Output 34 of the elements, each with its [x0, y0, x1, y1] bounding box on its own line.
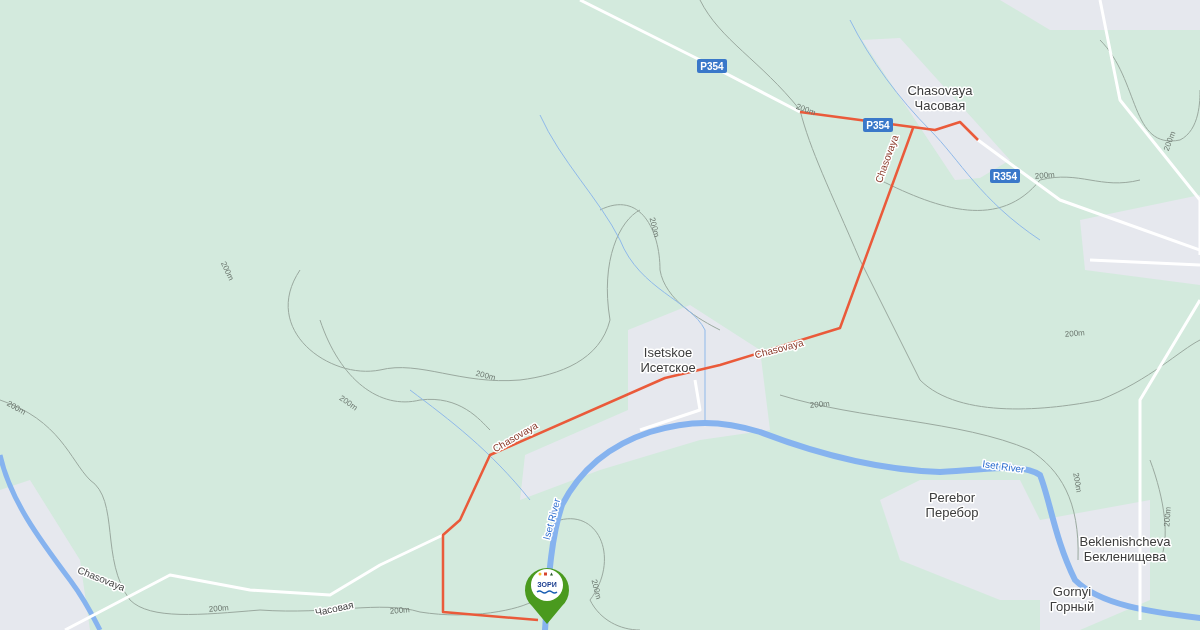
elevation-label: 200m: [208, 603, 230, 614]
place-name: Perebor: [928, 490, 976, 505]
elevation-label: 200m: [389, 605, 411, 616]
place-name: Isetskoe: [643, 345, 693, 360]
river-label: Iset River: [540, 497, 563, 541]
street-label: Часовая: [314, 599, 355, 618]
road-shield: R354: [990, 169, 1020, 183]
elevation-label: 200m: [1162, 506, 1173, 528]
elevation-label: 200m: [794, 102, 817, 118]
road: [639, 379, 702, 432]
place-name-local: Исетское: [640, 360, 696, 375]
elevation-label: 200m: [1071, 471, 1084, 494]
logo-badge: [531, 569, 563, 601]
place-name-local: Перебор: [925, 505, 979, 520]
road-shield: Р354: [863, 118, 893, 132]
shapes-icon: [538, 572, 553, 576]
place-name: Beklenishcheva: [1079, 534, 1171, 549]
place-name-local: Часовая: [914, 98, 966, 113]
street-label: Chasovaya: [753, 336, 805, 361]
place-name: Gornyi: [1052, 584, 1092, 599]
place-name: Chasovaya: [907, 83, 973, 98]
elevation-label: 200m: [474, 368, 497, 383]
elevation-label: 200m: [1162, 130, 1178, 153]
road-shield: Р354: [697, 59, 727, 73]
elevation-label: 200m: [218, 259, 236, 282]
place-name-local: Бекленищева: [1083, 549, 1167, 564]
elevation-label: 200m: [589, 578, 604, 601]
elevation-label: 200m: [647, 216, 662, 239]
river-label: Iset River: [981, 458, 1026, 475]
place-name-local: Горный: [1049, 599, 1095, 614]
wave-icon: [536, 590, 558, 594]
elevation-label: 200m: [1034, 170, 1056, 181]
elevation-label: 200m: [809, 399, 831, 410]
elevation-label: 200m: [1064, 328, 1086, 339]
